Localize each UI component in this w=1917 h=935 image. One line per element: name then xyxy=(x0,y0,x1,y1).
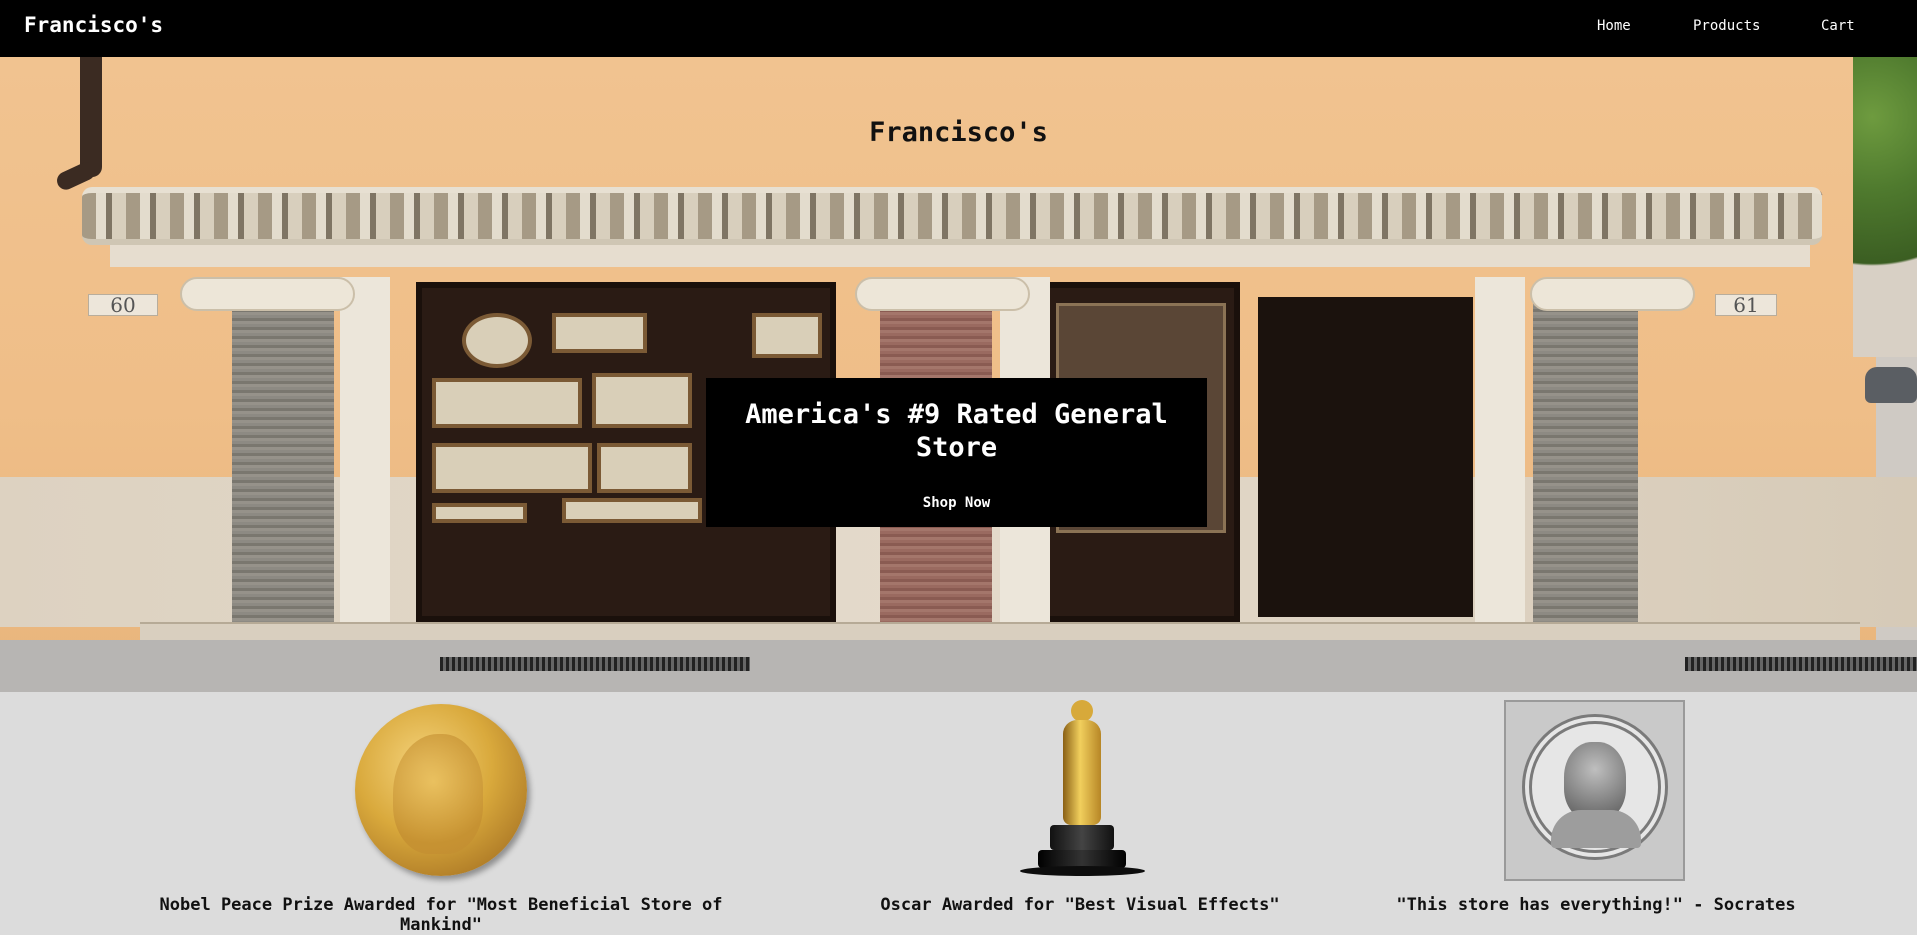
statuette-body xyxy=(1063,720,1101,825)
shop-doorway xyxy=(1258,297,1473,617)
medal-portrait xyxy=(393,734,483,854)
hero-title: Francisco's xyxy=(869,117,1048,148)
trees xyxy=(1853,57,1917,357)
framed-picture xyxy=(562,498,702,523)
granite-column xyxy=(232,297,334,637)
shop-now-button[interactable]: Shop Now xyxy=(894,493,1019,513)
granite-column xyxy=(1533,297,1638,637)
nav-link-home[interactable]: Home xyxy=(1597,18,1631,34)
socrates-portrait-icon xyxy=(1504,700,1685,881)
framed-picture xyxy=(462,313,532,368)
top-navbar: Francisco's Home Products Cart xyxy=(0,0,1917,57)
statuette-head xyxy=(1071,700,1093,722)
pilaster xyxy=(1475,277,1525,637)
sidewalk xyxy=(0,640,1917,692)
column-capital xyxy=(180,277,355,311)
framed-picture xyxy=(592,373,692,428)
award-caption: Nobel Peace Prize Awarded for "Most Bene… xyxy=(159,895,723,935)
building-number-plate: 60 xyxy=(88,294,158,316)
framed-picture xyxy=(552,313,647,353)
column-capital xyxy=(855,277,1030,311)
brand-logo[interactable]: Francisco's xyxy=(24,13,163,37)
carved-frieze xyxy=(82,187,1822,245)
building-number-plate: 61 xyxy=(1715,294,1777,316)
bust-shoulders xyxy=(1551,810,1641,848)
hero-banner: 60 61 Francisco's America's #9 Rated Gen… xyxy=(0,57,1917,692)
sidewalk-grate xyxy=(1685,657,1917,671)
oscar-statuette-icon xyxy=(1020,700,1145,880)
stone-lintel xyxy=(110,245,1810,267)
column-capital xyxy=(1530,277,1695,311)
pilaster xyxy=(340,277,390,637)
framed-picture xyxy=(432,503,527,523)
promo-box: America's #9 Rated General Store Shop No… xyxy=(706,378,1207,527)
entrance-step xyxy=(140,622,1860,640)
sidewalk-grate xyxy=(440,657,750,671)
nobel-medal-icon xyxy=(355,704,527,876)
statuette-base xyxy=(1020,866,1145,876)
nav-link-products[interactable]: Products xyxy=(1693,18,1760,34)
awards-section: Nobel Peace Prize Awarded for "Most Bene… xyxy=(0,692,1917,935)
framed-picture xyxy=(752,313,822,358)
framed-picture xyxy=(432,443,592,493)
framed-picture xyxy=(597,443,692,493)
nav-link-cart[interactable]: Cart xyxy=(1821,18,1855,34)
parked-car xyxy=(1865,367,1917,403)
statuette-base xyxy=(1050,825,1114,850)
bust-head xyxy=(1564,742,1626,820)
promo-headline: America's #9 Rated General Store xyxy=(745,399,1168,463)
award-caption: "This store has everything!" - Socrates xyxy=(1396,895,1796,915)
framed-picture xyxy=(432,378,582,428)
